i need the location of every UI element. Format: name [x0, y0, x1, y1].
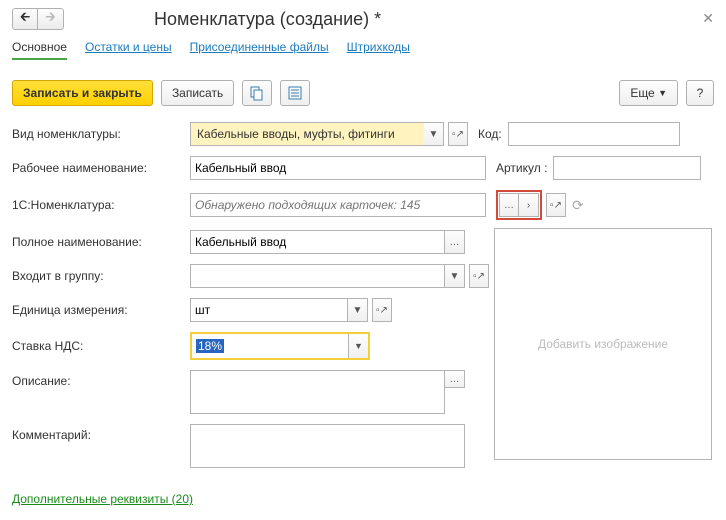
desc-pick-button[interactable]: …: [445, 370, 465, 388]
image-hint: Добавить изображение: [538, 337, 668, 351]
list-button[interactable]: [280, 80, 310, 106]
unit-field[interactable]: [190, 298, 348, 322]
vat-field[interactable]: 18% ▼: [190, 332, 370, 360]
group-open-button[interactable]: ▫↗: [469, 264, 489, 288]
tab-balances[interactable]: Остатки и цены: [85, 40, 172, 60]
unit-dropdown-button[interactable]: ▼: [348, 298, 368, 322]
full-name-pick-button[interactable]: …: [445, 230, 465, 254]
unit-label: Единица измерения:: [12, 303, 190, 317]
group-dropdown-button[interactable]: ▼: [445, 264, 465, 288]
copy-icon: [249, 85, 265, 101]
vat-value: 18%: [196, 339, 224, 353]
one-c-label: 1С:Номенклатура:: [12, 198, 190, 212]
one-c-next-button[interactable]: ›: [519, 193, 539, 217]
tab-bar: Основное Остатки и цены Присоединенные ф…: [12, 40, 714, 60]
image-drop-panel[interactable]: Добавить изображение: [494, 228, 712, 460]
type-open-button[interactable]: ▫↗: [448, 122, 468, 146]
type-field[interactable]: Кабельные вводы, муфты, фитинги: [190, 122, 424, 146]
copy-button[interactable]: [242, 80, 272, 106]
one-c-highlight: … ›: [496, 190, 542, 220]
code-label: Код:: [478, 127, 502, 141]
refresh-icon[interactable]: ⟳: [572, 197, 584, 214]
list-icon: [288, 86, 302, 100]
help-button[interactable]: ?: [686, 80, 714, 106]
full-name-label: Полное наименование:: [12, 235, 190, 249]
type-label: Вид номенклатуры:: [12, 127, 190, 141]
type-dropdown-button[interactable]: ▼: [424, 122, 444, 146]
work-name-label: Рабочее наименование:: [12, 161, 190, 175]
nav-back-button[interactable]: 🡰: [12, 8, 38, 30]
article-label: Артикул :: [496, 161, 547, 175]
group-label: Входит в группу:: [12, 269, 190, 283]
unit-open-button[interactable]: ▫↗: [372, 298, 392, 322]
group-field[interactable]: [190, 264, 445, 288]
full-name-field[interactable]: [190, 230, 445, 254]
code-field[interactable]: [508, 122, 680, 146]
comment-field[interactable]: [190, 424, 465, 468]
vat-label: Ставка НДС:: [12, 339, 190, 353]
one-c-open-button[interactable]: ▫↗: [546, 193, 566, 217]
one-c-pick-button[interactable]: …: [499, 193, 519, 217]
close-icon[interactable]: ✕: [702, 10, 714, 27]
desc-field[interactable]: [190, 370, 445, 414]
save-close-button[interactable]: Записать и закрыть: [12, 80, 153, 106]
article-field[interactable]: [553, 156, 701, 180]
save-button[interactable]: Записать: [161, 80, 234, 106]
tab-barcodes[interactable]: Штрихкоды: [347, 40, 410, 60]
chevron-down-icon: ▼: [658, 88, 667, 98]
nav-forward-button[interactable]: 🡲: [38, 8, 64, 30]
more-label: Еще: [630, 86, 654, 100]
comment-label: Комментарий:: [12, 424, 190, 442]
more-button[interactable]: Еще ▼: [619, 80, 678, 106]
vat-dropdown-button[interactable]: ▼: [348, 334, 368, 358]
tab-files[interactable]: Присоединенные файлы: [190, 40, 329, 60]
page-title: Номенклатура (создание) *: [154, 9, 381, 30]
one-c-field[interactable]: [190, 193, 486, 217]
work-name-field[interactable]: [190, 156, 486, 180]
tab-main[interactable]: Основное: [12, 40, 67, 60]
extra-props-link[interactable]: Дополнительные реквизиты (20): [12, 492, 193, 506]
desc-label: Описание:: [12, 370, 190, 388]
